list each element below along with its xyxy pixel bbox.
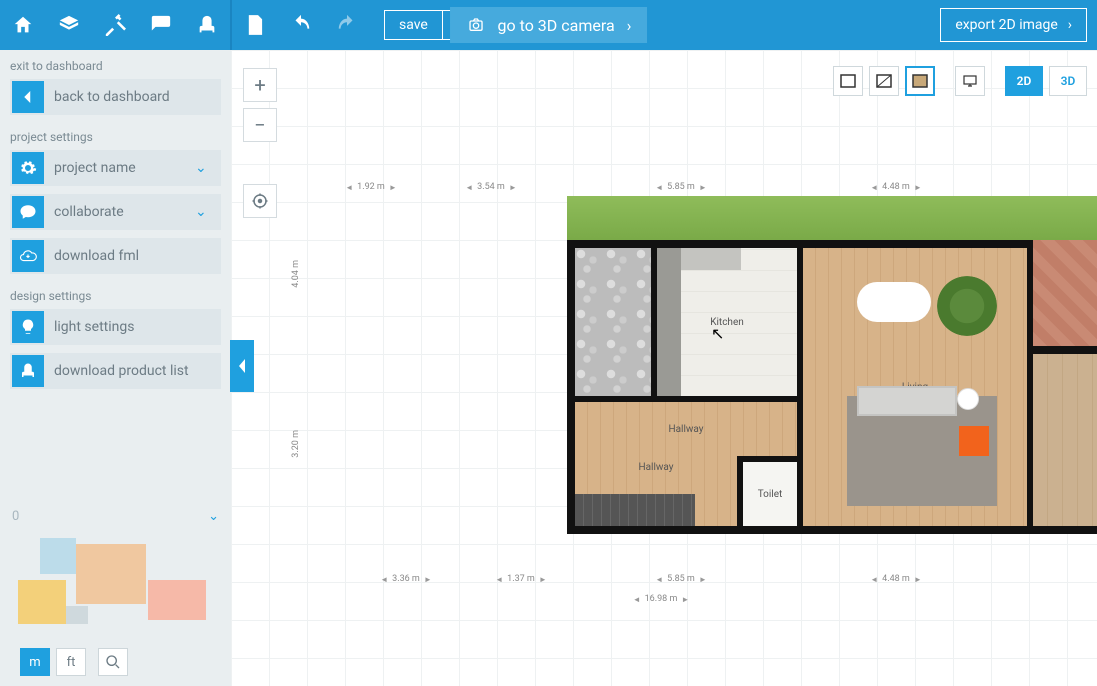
gear-icon (12, 152, 44, 184)
new-file-icon[interactable] (232, 0, 278, 50)
collaborate-button[interactable]: collaborate ⌄ (10, 194, 221, 230)
zoom-out-button[interactable]: − (243, 108, 277, 142)
room-hallway: Hallway (575, 402, 797, 456)
dim-top-3: 5.85 m (571, 182, 791, 192)
comment-icon[interactable] (138, 0, 184, 50)
side-table (957, 388, 979, 410)
dim-left-1: 4.04 m (291, 260, 301, 288)
room-entry (575, 248, 651, 396)
stove (681, 248, 741, 270)
counter (657, 248, 681, 396)
wall (567, 526, 1097, 534)
body: exit to dashboard back to dashboard proj… (0, 50, 1097, 686)
dim-left-2: 3.20 m (291, 430, 301, 458)
build-icon[interactable] (92, 0, 138, 50)
zoom-reset-button[interactable] (98, 648, 128, 676)
topbar-right: export 2D image › (940, 8, 1087, 42)
save-button[interactable]: save (384, 10, 443, 40)
dim-bot-4: 4.48 m (811, 574, 981, 584)
section-project: project settings (0, 121, 231, 148)
dim-bot-3: 5.85 m (571, 574, 791, 584)
project-name-label: project name (46, 160, 195, 176)
dining-table (857, 282, 931, 322)
chair-icon (12, 355, 44, 387)
home-icon[interactable] (0, 0, 46, 50)
sofa (857, 386, 957, 416)
view-style-2-button[interactable] (869, 66, 899, 96)
chevron-right-icon: › (627, 16, 632, 35)
room-bedroom: Bedroom (1033, 354, 1097, 526)
unit-ft-button[interactable]: ft (56, 648, 86, 676)
unit-m-button[interactable]: m (20, 648, 50, 676)
cloud-download-icon (12, 240, 44, 272)
chevron-down-icon: ⌄ (195, 204, 221, 220)
bulb-icon (12, 311, 44, 343)
floor-number: 0 (12, 509, 19, 524)
topbar: save go to 3D camera › export 2D image › (0, 0, 1097, 50)
dim-bot-2: 1.37 m (491, 574, 551, 584)
floor-minimap[interactable] (10, 528, 221, 638)
view-style-3-button[interactable] (905, 66, 935, 96)
wall (567, 240, 575, 534)
view-style-1-button[interactable] (833, 66, 863, 96)
canvas[interactable]: + − 2D 3D 1.92 m 3.54 m 5.85 m 4.48 m 3.… (231, 50, 1097, 686)
back-label: back to dashboard (46, 89, 221, 105)
light-settings-button[interactable]: light settings (10, 309, 221, 345)
dim-top-2: 3.54 m (431, 182, 551, 192)
chevron-down-icon: ⌄ (208, 509, 219, 524)
section-exit: exit to dashboard (0, 50, 231, 77)
chevron-left-icon (12, 81, 44, 113)
camera-icon (466, 17, 486, 33)
view-controls: 2D 3D (833, 66, 1087, 96)
dim-bot-1: 3.36 m (341, 574, 471, 584)
room-toilet: Toilet (743, 462, 797, 526)
download-fml-button[interactable]: download fml (10, 238, 221, 274)
redo-icon[interactable] (324, 0, 370, 50)
collaborate-label: collaborate (46, 204, 195, 220)
back-to-dashboard-button[interactable]: back to dashboard (10, 79, 221, 115)
units-row: m ft (10, 638, 221, 686)
download-product-list-button[interactable]: download product list (10, 353, 221, 389)
go-to-3d-camera-button[interactable]: go to 3D camera › (450, 7, 648, 43)
magnify-icon (105, 654, 121, 670)
view-2d-button[interactable]: 2D (1005, 66, 1043, 96)
furniture-icon[interactable] (184, 0, 230, 50)
plant (937, 276, 997, 336)
zoom-in-button[interactable]: + (243, 68, 277, 102)
export-label: export 2D image (955, 17, 1057, 33)
project-name-button[interactable]: project name ⌄ (10, 150, 221, 186)
section-design: design settings (0, 280, 231, 307)
chevron-left-icon (237, 359, 247, 373)
undo-icon[interactable] (278, 0, 324, 50)
camera-label: go to 3D camera (498, 16, 615, 35)
export-2d-image-button[interactable]: export 2D image › (940, 8, 1087, 42)
crosshair-icon (251, 192, 269, 210)
download-fml-label: download fml (46, 248, 221, 264)
display-settings-button[interactable] (955, 66, 985, 96)
view-3d-button[interactable]: 3D (1049, 66, 1087, 96)
room-patio: Patio (1033, 240, 1097, 346)
light-label: light settings (46, 319, 221, 335)
chevron-right-icon: › (1068, 17, 1072, 33)
dim-bot-total: 16.98 m (491, 594, 831, 604)
lawn (567, 196, 1097, 240)
zoom-controls: + − (243, 68, 277, 142)
floor-panel: 0 ⌄ m ft (0, 497, 231, 686)
stairs (575, 494, 695, 526)
wall (1027, 346, 1097, 354)
layers-icon[interactable] (46, 0, 92, 50)
armchair (959, 426, 989, 456)
dim-top-4: 4.48 m (811, 182, 981, 192)
locate-button[interactable] (243, 184, 277, 218)
product-list-label: download product list (46, 363, 221, 379)
floorplan[interactable]: Kitchen Living Hallway Toilet Hallway Be… (567, 196, 1097, 534)
chat-icon (12, 196, 44, 228)
collapse-sidebar-button[interactable] (230, 340, 254, 392)
chevron-down-icon: ⌄ (195, 160, 221, 176)
topbar-left-icons: save (0, 0, 469, 50)
sidebar: exit to dashboard back to dashboard proj… (0, 50, 231, 686)
floor-selector[interactable]: 0 ⌄ (10, 505, 221, 528)
dim-top-1: 1.92 m (331, 182, 411, 192)
